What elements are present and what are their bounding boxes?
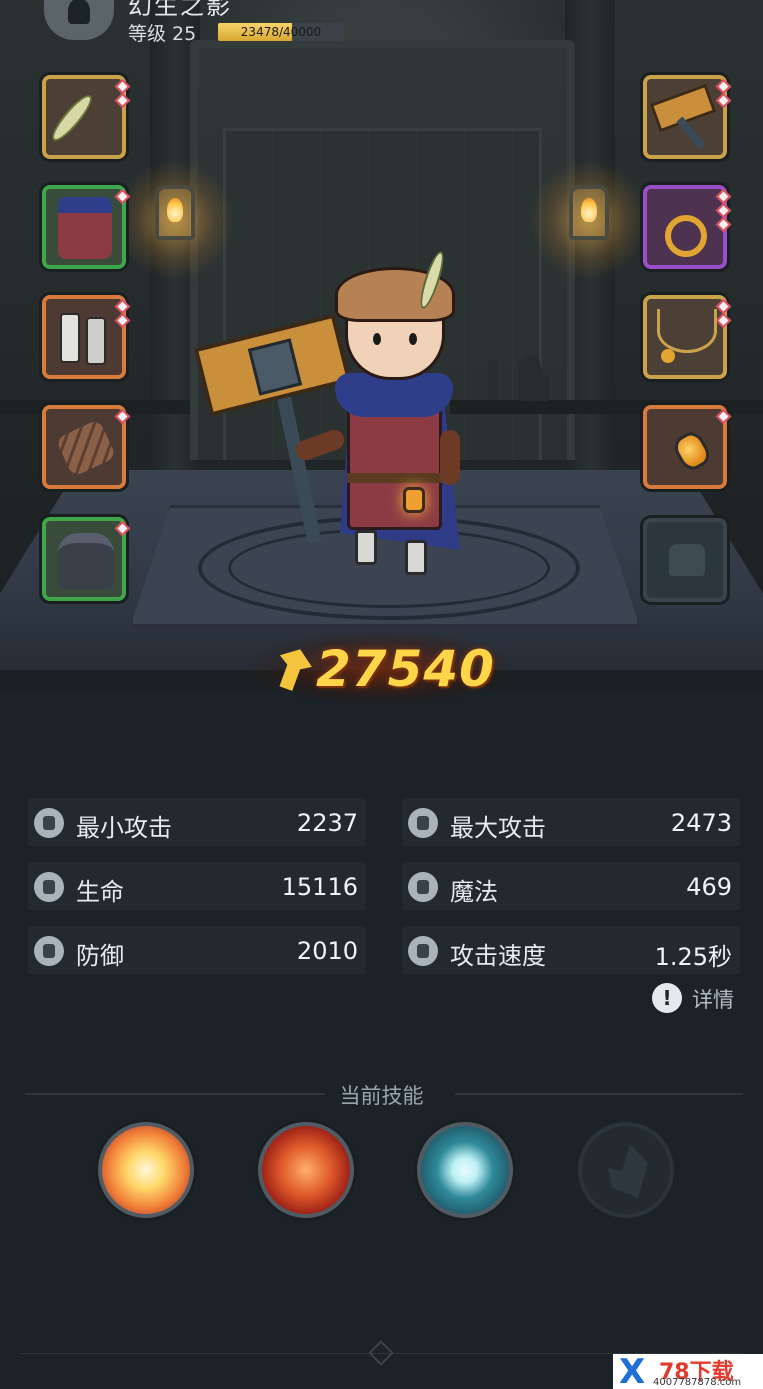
stat-value: 15116: [281, 873, 358, 901]
ring-icon: [665, 215, 707, 257]
stat-value: 2010: [296, 937, 358, 965]
skill-frost-orb[interactable]: [417, 1122, 513, 1218]
empty-slot-icon: [669, 544, 705, 576]
hero-character[interactable]: [193, 249, 485, 585]
necklace-icon: [657, 309, 717, 353]
watermark-logo: X: [619, 1352, 646, 1389]
skill-locked[interactable]: [578, 1122, 674, 1218]
lantern-icon: [403, 487, 425, 513]
amber-charm-icon: [670, 427, 714, 475]
combat-power-value: 27540: [316, 640, 495, 698]
stat-magic: 魔法 469: [402, 862, 740, 910]
exp-bar: 23478/40000: [218, 23, 344, 41]
stat-label: 攻击速度: [450, 942, 546, 970]
cloak-icon: [58, 533, 114, 589]
feather-icon: [47, 90, 97, 146]
heart-icon: [34, 872, 64, 902]
sword-icon: [408, 808, 438, 838]
equip-slot-cloak[interactable]: [42, 517, 131, 601]
stat-max-attack: 最大攻击 2473: [402, 798, 740, 846]
equip-slot-necklace[interactable]: [643, 295, 732, 379]
boots-icon: [60, 313, 80, 363]
right-torch-icon: [529, 160, 649, 280]
skill-fire-vortex[interactable]: [258, 1122, 354, 1218]
stat-label: 魔法: [450, 878, 498, 906]
equip-slot-empty[interactable]: [643, 518, 727, 602]
magic-icon: [408, 872, 438, 902]
stat-value: 2237: [296, 809, 358, 837]
skill-burst[interactable]: [98, 1122, 194, 1218]
equip-slot-boots[interactable]: [42, 295, 131, 379]
info-icon: !: [652, 983, 682, 1013]
stat-defense: 防御 2010: [28, 926, 366, 974]
equip-slot-armor[interactable]: [42, 185, 131, 269]
skills-title: 当前技能: [339, 1084, 424, 1108]
stat-label: 最小攻击: [76, 814, 172, 842]
sword-icon: [34, 808, 64, 838]
left-torch-icon: [115, 160, 235, 280]
stat-value: 2473: [670, 809, 732, 837]
equip-slot-charm[interactable]: [643, 405, 732, 489]
stat-label: 防御: [76, 942, 124, 970]
level-label: 等级 25: [128, 23, 197, 45]
stat-attack-speed: 攻击速度 1.25秒: [402, 926, 740, 974]
tunic-icon: [58, 197, 112, 259]
equip-slot-bracer[interactable]: [42, 405, 131, 489]
stat-health: 生命 15116: [28, 862, 366, 910]
shield-icon: [34, 936, 64, 966]
stat-min-attack: 最小攻击 2237: [28, 798, 366, 846]
watermark-url: 4007787878.com: [653, 1377, 742, 1388]
details-label: 详情: [692, 988, 734, 1012]
watermark: X 78下载 4007787878.com: [613, 1352, 763, 1389]
stat-label: 最大攻击: [450, 814, 546, 842]
stat-value: 469: [686, 873, 732, 901]
bracer-icon: [55, 418, 117, 478]
equip-slot-weapon[interactable]: [643, 75, 732, 159]
player-name: 幻生之影: [128, 0, 232, 20]
stat-label: 生命: [76, 878, 124, 906]
equip-slot-ring[interactable]: [643, 185, 732, 269]
exp-text: 23478/40000: [240, 25, 322, 39]
equip-slot-hat[interactable]: [42, 75, 131, 159]
speed-icon: [408, 936, 438, 966]
stat-value: 1.25秒: [654, 943, 732, 971]
